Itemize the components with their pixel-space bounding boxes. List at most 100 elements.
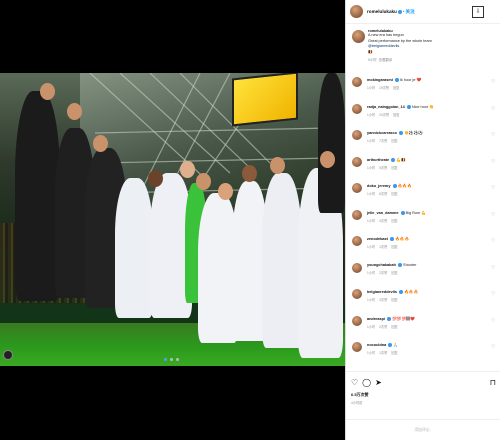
comment-item: radja_nainggolan_14 Nice hoor 👏 1小时 24次赞 回复…: [346, 100, 500, 127]
commenter-username[interactable]: nocouldna: [367, 343, 386, 347]
comment-like-heart-icon[interactable]: ♡: [491, 345, 496, 350]
reply-link[interactable]: 回复: [391, 271, 397, 275]
commenter-username[interactable]: andreaspi: [367, 317, 385, 321]
more-options-icon[interactable]: ⇩: [472, 5, 484, 18]
comment-like-heart-icon[interactable]: ♡: [491, 212, 496, 218]
commenter-username[interactable]: arthurtheate: [367, 158, 389, 162]
reply-link[interactable]: 回复: [393, 113, 399, 117]
commenter-avatar[interactable]: [352, 209, 362, 220]
player-head: [218, 183, 233, 200]
comment-text: 🔥🔥🔥: [404, 290, 419, 294]
comment-item: arthurtheate 💪🇧🇪 1小时 5次赞 回复 ♡: [346, 153, 500, 180]
comment-likes[interactable]: 1次赞: [379, 245, 387, 249]
comment-text: 🔥🔥🔥: [397, 184, 412, 188]
commenter-avatar[interactable]: [352, 156, 362, 167]
comment-item: doku_jeremy 🔥🔥🔥 1小时 6次赞 回复 ♡: [346, 179, 500, 206]
comment-time: 1小时: [367, 112, 376, 117]
comment-likes[interactable]: 3次赞: [379, 298, 387, 302]
reply-link[interactable]: 回复: [391, 351, 397, 355]
share-icon[interactable]: ➤: [375, 378, 382, 387]
commenter-username[interactable]: belgianreddevils: [367, 290, 397, 294]
verified-badge-icon: [399, 290, 404, 294]
comment-like-heart-icon[interactable]: ♡: [491, 106, 496, 112]
comment-like-heart-icon[interactable]: ♡: [491, 318, 496, 324]
verified-badge-icon: [391, 157, 396, 162]
comment-like-heart-icon[interactable]: ♡: [491, 80, 496, 85]
commenter-avatar[interactable]: [352, 262, 362, 273]
reply-link[interactable]: 回复: [391, 219, 397, 223]
commenter-avatar[interactable]: [352, 289, 362, 299]
comment-likes[interactable]: 7次赞: [379, 139, 387, 143]
reply-link[interactable]: 回复: [391, 298, 397, 302]
caption-mention[interactable]: @belgianreddevils: [368, 44, 399, 48]
comment-likes[interactable]: 4次赞: [379, 219, 387, 223]
comment-like-heart-icon[interactable]: ♡: [491, 292, 496, 297]
comment-item: youngchakabah Shooter 1小时 2次赞 回复 ♡: [346, 259, 500, 286]
post-header: romelulukaku • 关注 ⇩: [346, 0, 500, 24]
comment-time: 1小时: [367, 192, 376, 196]
comment-like-heart-icon[interactable]: ♡: [491, 265, 496, 271]
comment-likes[interactable]: 19次赞: [379, 86, 389, 90]
action-bar: ♡ ◯ ➤ ⊓ 6.5万次赞 4小时前: [346, 371, 500, 405]
carousel-dots[interactable]: [164, 358, 179, 361]
comment-time: 1小时: [367, 165, 376, 170]
comment-like-heart-icon[interactable]: ♡: [491, 133, 496, 138]
reply-link[interactable]: 回复: [391, 166, 397, 170]
comment-item: nocouldna 🙏🏻 1小时 1次赞 回复 ♡: [346, 338, 500, 365]
comment-likes[interactable]: 5次赞: [379, 166, 387, 170]
commenter-avatar[interactable]: [352, 77, 362, 87]
comment-list[interactable]: mokingarasmi Ik hoor je ❤️ 1小时 19次赞 回复 ♡ radj…: [346, 73, 500, 365]
add-comment-field[interactable]: 添加评论...: [346, 419, 500, 440]
verified-badge-icon: [394, 78, 399, 82]
comment-time: 1小时: [367, 139, 376, 143]
reply-link[interactable]: 回复: [391, 192, 397, 196]
commenter-avatar[interactable]: [352, 103, 362, 114]
player-figure: [115, 178, 153, 318]
reply-link[interactable]: 回复: [391, 139, 397, 143]
verified-badge-icon: [400, 210, 405, 215]
comment-like-heart-icon[interactable]: ♡: [491, 159, 496, 165]
commenter-avatar[interactable]: [352, 315, 362, 326]
comment-likes[interactable]: 1次赞: [379, 351, 387, 355]
author-username[interactable]: romelulukaku: [367, 9, 397, 14]
comment-like-heart-icon[interactable]: ♡: [491, 186, 496, 191]
comment-likes[interactable]: 2次赞: [379, 325, 387, 329]
commenter-avatar[interactable]: [352, 342, 362, 352]
follow-button[interactable]: 关注: [405, 9, 414, 15]
author-avatar[interactable]: [350, 5, 363, 18]
commenter-username[interactable]: radja_nainggolan_14: [367, 105, 405, 109]
verified-badge-icon: [392, 184, 397, 188]
player-head: [67, 103, 82, 120]
commenter-username[interactable]: mokingarasmi: [367, 78, 393, 82]
comment-like-heart-icon[interactable]: ♡: [491, 239, 496, 244]
comment-text: 🙏🏻: [393, 343, 399, 347]
tagged-users-icon[interactable]: [3, 350, 13, 360]
reply-link[interactable]: 回复: [391, 245, 397, 249]
save-bookmark-icon[interactable]: ⊓: [490, 378, 496, 387]
like-count[interactable]: 6.5万次赞: [351, 392, 496, 398]
reply-link[interactable]: 回复: [391, 325, 397, 329]
like-heart-icon[interactable]: ♡: [351, 378, 358, 387]
reply-link[interactable]: 回复: [393, 86, 399, 90]
comment-item: belgianreddevils 🔥🔥🔥 1小时 3次赞 回复 ♡: [346, 285, 500, 312]
commenter-avatar[interactable]: [352, 130, 362, 140]
verified-badge-icon: [399, 131, 404, 135]
commenter-username[interactable]: zenodebast: [367, 237, 388, 241]
comment-likes[interactable]: 24次赞: [379, 113, 389, 117]
commenter-username[interactable]: yannickcarrasco: [367, 131, 397, 135]
caption-avatar[interactable]: [352, 30, 365, 43]
commenter-avatar[interactable]: [352, 236, 362, 246]
comment-icon[interactable]: ◯: [362, 378, 371, 387]
see-translation-link[interactable]: 查看翻译: [379, 58, 393, 62]
commenter-username[interactable]: youngchakabah: [367, 263, 396, 267]
add-comment-placeholder: 添加评论...: [414, 427, 433, 432]
commenter-username[interactable]: jelle_van_damme: [367, 211, 398, 215]
comment-likes[interactable]: 2次赞: [379, 271, 387, 275]
player-figure: [318, 73, 345, 213]
comment-text: Shooter: [403, 262, 417, 267]
comment-text: 💪🇧🇪: [396, 157, 406, 162]
comment-likes[interactable]: 6次赞: [379, 192, 387, 196]
commenter-username[interactable]: doku_jeremy: [367, 184, 390, 188]
post-image[interactable]: [0, 73, 345, 366]
commenter-avatar[interactable]: [352, 183, 362, 193]
